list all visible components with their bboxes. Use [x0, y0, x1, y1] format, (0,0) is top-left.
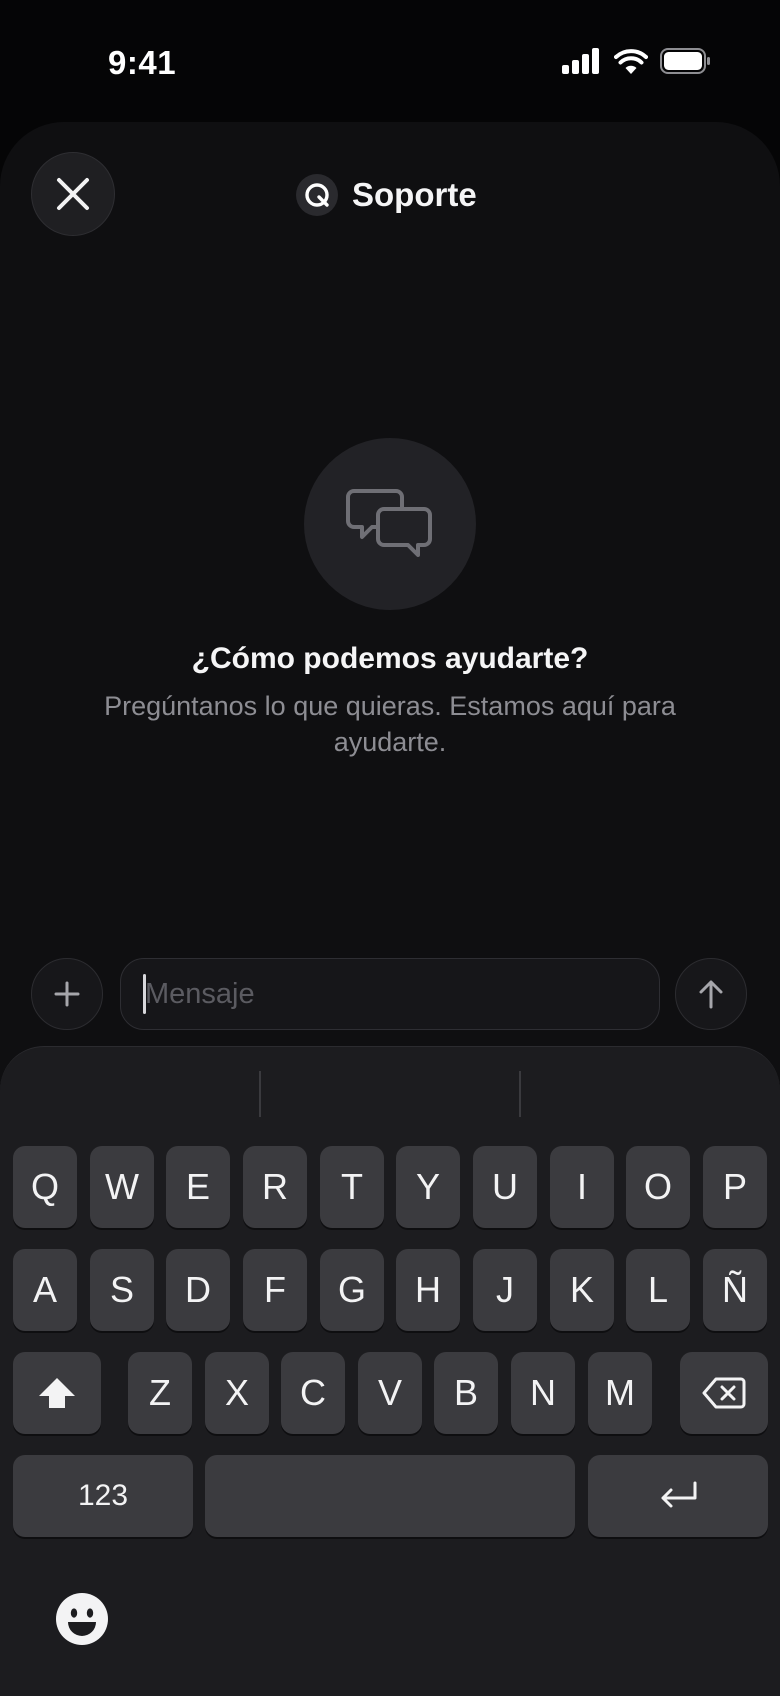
- numbers-key[interactable]: 123: [13, 1455, 193, 1537]
- key-u[interactable]: U: [473, 1146, 537, 1228]
- key-p[interactable]: P: [703, 1146, 767, 1228]
- plus-icon: [54, 981, 80, 1007]
- key-j[interactable]: J: [473, 1249, 537, 1331]
- key-k[interactable]: K: [550, 1249, 614, 1331]
- key-q[interactable]: Q: [13, 1146, 77, 1228]
- return-icon: [661, 1481, 697, 1508]
- key-l[interactable]: L: [626, 1249, 690, 1331]
- key-m[interactable]: M: [588, 1352, 652, 1434]
- backspace-key[interactable]: [680, 1352, 768, 1434]
- empty-state-heading: ¿Cómo podemos ayudarte?: [191, 642, 589, 675]
- key-a[interactable]: A: [13, 1249, 77, 1331]
- status-time: 9:41: [108, 44, 177, 81]
- key-r[interactable]: R: [243, 1146, 307, 1228]
- keyboard: Q W E R T Y U I O P A S D F G H J K L Ñ …: [0, 1046, 780, 1696]
- key-f[interactable]: F: [243, 1249, 307, 1331]
- key-h[interactable]: H: [396, 1249, 460, 1331]
- key-s[interactable]: S: [90, 1249, 154, 1331]
- key-n[interactable]: N: [511, 1352, 575, 1434]
- key-x[interactable]: X: [205, 1352, 269, 1434]
- return-key[interactable]: [588, 1455, 768, 1537]
- status-bar: 9:41: [0, 0, 780, 120]
- support-sheet: Soporte ¿Cómo podemos ayudarte? Pregúnta…: [0, 122, 780, 1696]
- key-d[interactable]: D: [166, 1249, 230, 1331]
- chat-bubbles-icon: [304, 438, 476, 610]
- key-e[interactable]: E: [166, 1146, 230, 1228]
- cellular-signal-icon: [562, 48, 599, 74]
- suggestion-divider: [259, 1071, 261, 1117]
- add-attachment-button[interactable]: [31, 958, 103, 1030]
- wifi-icon: [614, 49, 648, 74]
- key-o[interactable]: O: [626, 1146, 690, 1228]
- key-enye[interactable]: Ñ: [703, 1249, 767, 1331]
- send-button[interactable]: [675, 958, 747, 1030]
- space-key[interactable]: [205, 1455, 575, 1537]
- shift-key[interactable]: [13, 1352, 101, 1434]
- close-icon: [57, 178, 89, 210]
- text-caret: [143, 974, 146, 1014]
- page-title: Soporte: [352, 176, 477, 213]
- battery-icon: [660, 48, 710, 74]
- key-i[interactable]: I: [550, 1146, 614, 1228]
- message-input[interactable]: [120, 958, 660, 1030]
- status-icons: [562, 48, 712, 74]
- key-c[interactable]: C: [281, 1352, 345, 1434]
- message-composer: [0, 958, 780, 1034]
- key-y[interactable]: Y: [396, 1146, 460, 1228]
- key-w[interactable]: W: [90, 1146, 154, 1228]
- shift-icon: [39, 1378, 75, 1408]
- close-button[interactable]: [31, 152, 115, 236]
- suggestion-divider: [519, 1071, 521, 1117]
- key-g[interactable]: G: [320, 1249, 384, 1331]
- key-z[interactable]: Z: [128, 1352, 192, 1434]
- emoji-icon: [56, 1593, 108, 1645]
- q-logo-icon: [296, 174, 338, 216]
- key-b[interactable]: B: [434, 1352, 498, 1434]
- backspace-icon: [702, 1377, 746, 1409]
- key-v[interactable]: V: [358, 1352, 422, 1434]
- header-title-group: Soporte: [296, 174, 477, 216]
- key-t[interactable]: T: [320, 1146, 384, 1228]
- arrow-up-icon: [699, 980, 723, 1009]
- emoji-button[interactable]: [54, 1591, 110, 1647]
- empty-state-description: Pregúntanos lo que quieras. Estamos aquí…: [104, 691, 676, 757]
